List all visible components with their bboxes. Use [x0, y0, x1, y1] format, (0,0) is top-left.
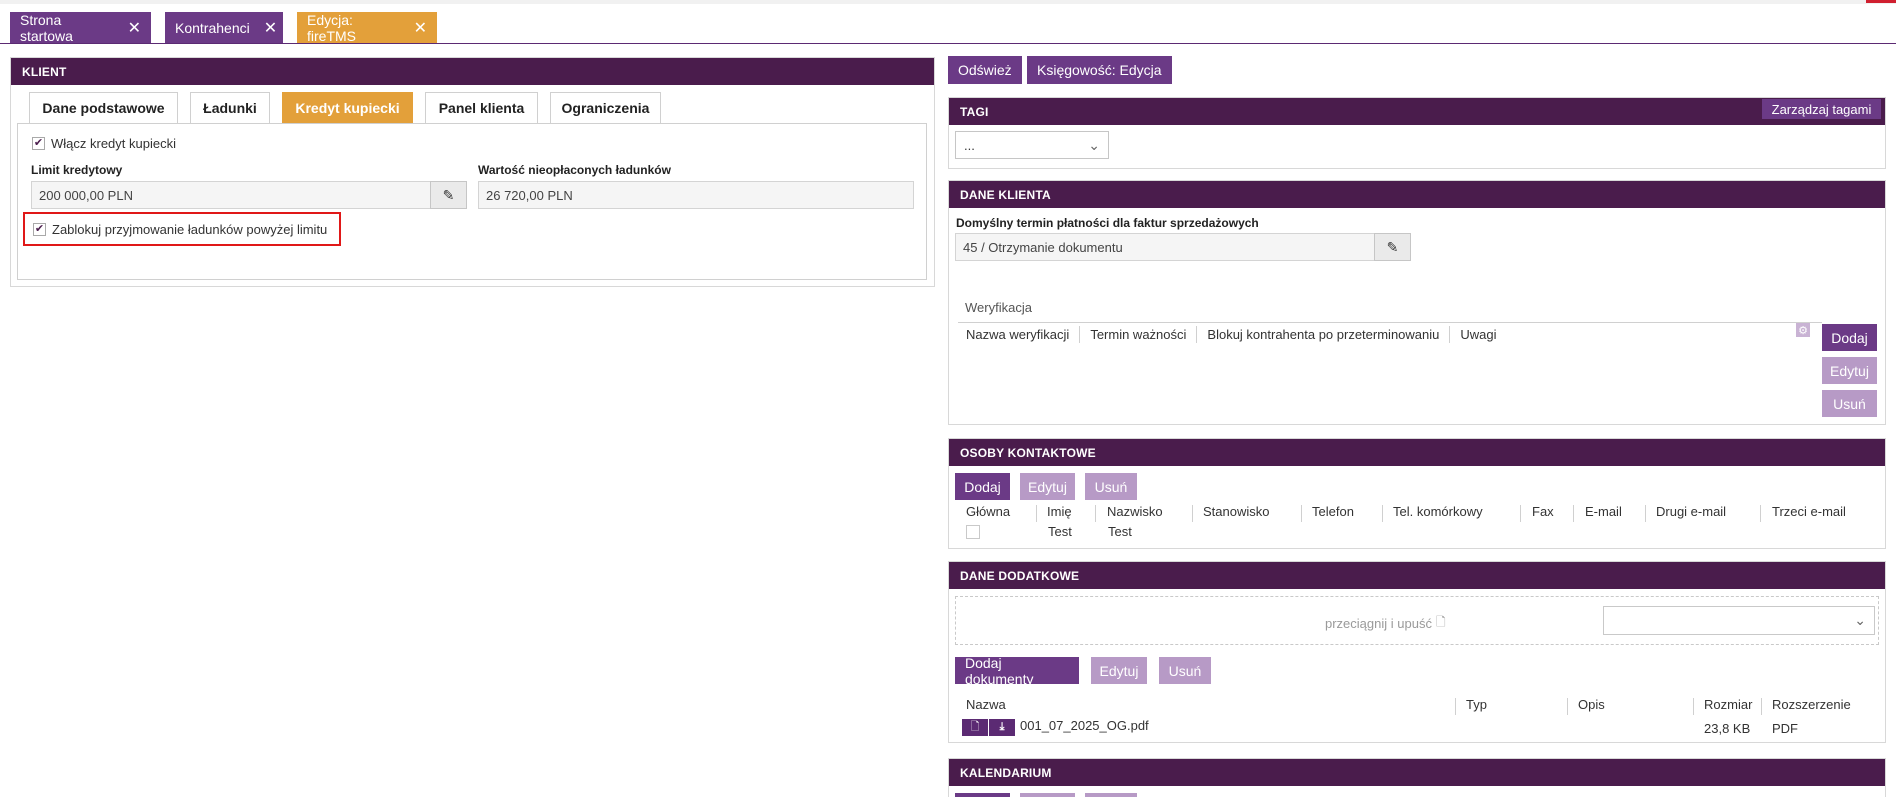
verification-edit-button[interactable]: Edytuj [1822, 357, 1877, 384]
chevron-down-icon: ⌄ [1088, 136, 1100, 153]
edit-payment-term-button[interactable]: ✎ [1374, 233, 1411, 261]
verification-table-header: Nazwa weryfikacji Termin ważności Blokuj… [966, 326, 1497, 343]
block-above-limit-checkbox[interactable]: ✔ [33, 222, 46, 236]
calendar-button-partial[interactable] [1020, 793, 1075, 797]
subtab-client-panel[interactable]: Panel klienta [425, 92, 538, 123]
add-documents-button[interactable]: Dodaj dokumenty [955, 655, 1079, 687]
column-header: Nazwa [966, 697, 1006, 712]
contacts-add-button[interactable]: Dodaj [955, 473, 1010, 500]
tab-label: Strona startowa [20, 11, 73, 44]
contact-first-name: Test [1048, 524, 1072, 539]
tab-edit-firetms[interactable]: Edycja: fireTMS ✕ [297, 11, 437, 44]
calendar-button-partial[interactable] [1085, 793, 1137, 797]
column-header: Nazwisko [1107, 504, 1163, 519]
column-header: Telefon [1312, 504, 1354, 519]
download-icon[interactable]: ⤓ [989, 721, 1015, 734]
column-header: Stanowisko [1203, 504, 1270, 519]
enable-credit-checkbox[interactable]: ✔ [32, 137, 45, 150]
column-header: E-mail [1585, 504, 1622, 519]
calendar-button-partial[interactable] [955, 793, 1010, 797]
divider [958, 322, 1822, 323]
tab-home[interactable]: Strona startowa ✕ [10, 11, 151, 44]
column-header: Rozszerzenie [1772, 697, 1851, 712]
contacts-edit-button[interactable]: Edytuj [1020, 473, 1075, 500]
block-above-limit-row[interactable]: ✔ Zablokuj przyjmowanie ładunków powyżej… [23, 212, 341, 246]
column-header: Typ [1466, 697, 1487, 712]
file-name[interactable]: 001_07_2025_OG.pdf [1020, 718, 1149, 733]
enable-credit-label: Włącz kredyt kupiecki [51, 136, 176, 151]
payment-term-field[interactable]: 45 / Otrzymanie dokumentu [955, 233, 1375, 261]
tab-bar-underline [0, 43, 1896, 44]
document-type-select[interactable]: ⌄ [1603, 606, 1875, 635]
column-header: Imię [1047, 504, 1072, 519]
tab-contractors[interactable]: Kontrahenci ✕ [165, 12, 283, 43]
block-above-limit-label: Zablokuj przyjmowanie ładunków powyżej l… [52, 221, 328, 237]
tab-label: Kontrahenci [175, 19, 250, 36]
close-icon[interactable]: ✕ [128, 18, 141, 38]
verification-add-button[interactable]: Dodaj [1822, 324, 1877, 351]
column-header: Główna [966, 504, 1011, 519]
accounting-edit-button[interactable]: Księgowość: Edycja [1027, 56, 1172, 84]
gear-icon[interactable]: ⚙ [1796, 323, 1810, 337]
credit-limit-field[interactable]: 200 000,00 PLN [31, 181, 431, 209]
panel-title: DANE KLIENTA [949, 181, 1885, 208]
credit-limit-label: Limit kredytowy [31, 163, 123, 177]
contact-last-name: Test [1108, 524, 1132, 539]
column-header: Opis [1578, 697, 1605, 712]
file-actions: 🗋 ⤓ [962, 719, 1015, 736]
subtab-merchant-credit[interactable]: Kredyt kupiecki [282, 92, 413, 123]
column-header: Termin ważności [1090, 327, 1187, 342]
drop-zone-label: przeciągnij i upuść [1325, 616, 1432, 631]
panel-title: KALENDARIUM [949, 759, 1885, 786]
file-size: 23,8 KB [1704, 721, 1751, 736]
column-header: Uwagi [1460, 327, 1497, 342]
drop-zone-label-row: przeciągnij i upuść 🗋 [1325, 613, 1446, 634]
column-header: Nazwa weryfikacji [966, 327, 1070, 342]
file-extension: PDF [1772, 721, 1798, 736]
documents-edit-button[interactable]: Edytuj [1091, 657, 1147, 684]
tags-select[interactable]: ... ⌄ [955, 131, 1109, 159]
chevron-down-icon: ⌄ [1854, 612, 1866, 628]
contacts-delete-button[interactable]: Usuń [1085, 473, 1137, 500]
column-header: Blokuj kontrahenta po przeterminowaniu [1207, 327, 1440, 342]
close-icon[interactable]: ✕ [264, 18, 277, 38]
panel-title: KLIENT [11, 58, 934, 85]
unpaid-loads-field: 26 720,00 PLN [478, 181, 914, 209]
payment-term-label: Domyślny termin płatności dla faktur spr… [956, 216, 1259, 230]
verification-delete-button[interactable]: Usuń [1822, 390, 1877, 417]
calendar-panel: KALENDARIUM [948, 758, 1886, 797]
extra-data-panel: DANE DODATKOWE [948, 561, 1886, 743]
close-icon[interactable]: ✕ [414, 18, 427, 38]
document-icon: 🗋 [1435, 615, 1446, 629]
column-header: Drugi e-mail [1656, 504, 1727, 519]
column-header: Tel. komórkowy [1393, 504, 1483, 519]
edit-credit-limit-button[interactable]: ✎ [430, 181, 467, 209]
enable-credit-row[interactable]: ✔ Włącz kredyt kupiecki [32, 136, 176, 151]
edit-icon: ✎ [442, 186, 455, 203]
tab-label: Edycja: fireTMS [307, 11, 356, 44]
subtab-loads[interactable]: Ładunki [190, 92, 270, 123]
subtab-restrictions[interactable]: Ograniczenia [550, 92, 661, 123]
column-header: Fax [1532, 504, 1554, 519]
manage-tags-button[interactable]: Zarządzaj tagami [1762, 99, 1881, 119]
column-header: Rozmiar [1704, 697, 1753, 712]
unpaid-loads-label: Wartość nieopłaconych ładunków [478, 163, 671, 177]
verification-label: Weryfikacja [965, 300, 1032, 315]
panel-title: TAGI [949, 98, 1885, 125]
file-icon[interactable]: 🗋 [962, 718, 988, 737]
column-header: Trzeci e-mail [1772, 504, 1846, 519]
main-contact-checkbox[interactable] [966, 525, 980, 539]
edit-icon: ✎ [1386, 238, 1399, 255]
refresh-button[interactable]: Odśwież [948, 56, 1022, 84]
panel-title: DANE DODATKOWE [949, 562, 1885, 589]
subtab-basic-data[interactable]: Dane podstawowe [29, 92, 178, 123]
tags-select-value: ... [964, 137, 975, 153]
documents-delete-button[interactable]: Usuń [1159, 657, 1211, 684]
top-accent-line [0, 0, 1896, 4]
panel-title: OSOBY KONTAKTOWE [949, 439, 1885, 466]
